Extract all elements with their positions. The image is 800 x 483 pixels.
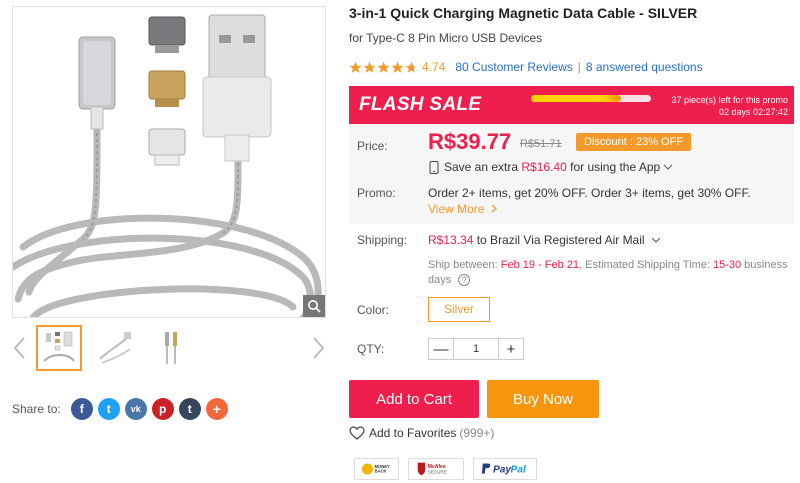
pieces-left: 37 piece(s) left for this promo bbox=[671, 95, 788, 105]
view-more-link[interactable]: View More bbox=[428, 202, 498, 216]
qty-increase-button[interactable]: + bbox=[499, 339, 523, 359]
ship-between-dates: Feb 19 - Feb 21 bbox=[500, 259, 580, 271]
chevron-down-icon bbox=[663, 164, 673, 170]
price-label: Price: bbox=[357, 139, 388, 153]
separator: | bbox=[577, 60, 581, 74]
thumbnail-1[interactable] bbox=[36, 325, 82, 371]
star-icon bbox=[391, 61, 404, 73]
svg-text:SECURE: SECURE bbox=[428, 470, 447, 475]
promo-text: Order 2+ items, get 20% OFF. Order 3+ it… bbox=[428, 186, 751, 200]
twitter-icon[interactable]: t bbox=[97, 398, 120, 420]
stock-progress-fill bbox=[531, 95, 621, 102]
ship-between-text: Ship between: Feb 19 - Feb 21, Estimated… bbox=[428, 258, 798, 288]
qty-label: QTY: bbox=[357, 342, 385, 356]
color-label: Color: bbox=[357, 303, 390, 317]
magnifier-icon bbox=[308, 300, 321, 313]
shipping-selector[interactable]: R$13.34 to Brazil Via Registered Air Mai… bbox=[428, 233, 661, 247]
flash-sale-status: 37 piece(s) left for this promo 02 days … bbox=[671, 94, 788, 118]
paypal-icon: Pay Pal bbox=[481, 463, 526, 476]
time-left: 02 days 02:27:42 bbox=[718, 107, 788, 117]
thumbnail-strip bbox=[12, 322, 326, 376]
mcafee-shield-icon: McAfee SECURE bbox=[417, 462, 447, 476]
shipping-label: Shipping: bbox=[357, 233, 408, 247]
pinterest-icon[interactable]: p bbox=[151, 398, 174, 420]
stock-progress-bar bbox=[531, 95, 651, 102]
star-icon bbox=[377, 61, 390, 73]
vk-icon[interactable]: vk bbox=[124, 398, 147, 420]
share-bar: Share to: f t vk p t + bbox=[12, 397, 233, 421]
thumbnail-3[interactable] bbox=[148, 325, 194, 371]
mcafee-badge: McAfee SECURE bbox=[408, 458, 464, 480]
more-share-icon[interactable]: + bbox=[205, 398, 228, 420]
estimated-label: , Estimated Shipping Time: bbox=[579, 259, 710, 271]
app-amount: R$16.40 bbox=[521, 160, 567, 174]
money-back-icon: MONEY BACK bbox=[361, 463, 390, 475]
questions-link[interactable]: 8 answered questions bbox=[586, 60, 703, 74]
app-discount-row[interactable]: Save an extra R$16.40 for using the App bbox=[429, 160, 673, 174]
share-label: Share to: bbox=[12, 402, 61, 416]
price-box: Price: R$39.77 R$51.71 Discount : 23% OF… bbox=[349, 124, 794, 224]
original-price: R$51.71 bbox=[520, 138, 562, 150]
chevron-right-icon bbox=[491, 204, 497, 213]
half-star-icon bbox=[405, 61, 418, 73]
flash-sale-banner: FLASH SALE 37 piece(s) left for this pro… bbox=[349, 86, 794, 124]
svg-text:Pay: Pay bbox=[493, 465, 512, 476]
paypal-badge: Pay Pal bbox=[473, 458, 537, 480]
info-icon[interactable]: ? bbox=[458, 274, 471, 287]
product-subtitle: for Type-C 8 Pin Micro USB Devices bbox=[349, 31, 543, 45]
main-product-image[interactable] bbox=[12, 6, 326, 318]
thumb-prev-arrow[interactable] bbox=[12, 336, 28, 360]
svg-text:Pal: Pal bbox=[511, 465, 526, 476]
favorites-label: Add to Favorites bbox=[369, 426, 457, 440]
rating-row: 4.74 80 Customer Reviews | 8 answered qu… bbox=[349, 60, 703, 74]
money-back-badge: MONEY BACK bbox=[354, 458, 399, 480]
app-prefix: Save an extra bbox=[444, 160, 519, 174]
add-to-cart-button[interactable]: Add to Cart bbox=[349, 380, 479, 418]
add-to-favorites[interactable]: Add to Favorites (999+) bbox=[349, 426, 494, 440]
heart-icon bbox=[349, 426, 365, 440]
phone-icon bbox=[429, 160, 439, 174]
rating-value: 4.74 bbox=[422, 60, 446, 74]
trust-badges: MONEY BACK McAfee SECURE Pay Pal bbox=[354, 458, 546, 480]
zoom-button[interactable] bbox=[303, 295, 325, 317]
reviews-link[interactable]: 80 Customer Reviews bbox=[455, 60, 572, 74]
favorites-count: (999+) bbox=[459, 426, 495, 440]
promo-label: Promo: bbox=[357, 186, 396, 200]
svg-text:BACK: BACK bbox=[375, 469, 387, 474]
color-option-silver[interactable]: Silver bbox=[428, 297, 491, 322]
chevron-left-icon bbox=[13, 337, 25, 359]
estimated-range: 15-30 bbox=[712, 259, 742, 271]
flash-sale-title: FLASH SALE bbox=[359, 94, 482, 115]
rating-stars bbox=[349, 61, 419, 74]
view-more-label: View More bbox=[428, 202, 485, 216]
shipping-cost: R$13.34 bbox=[428, 233, 474, 247]
buy-now-button[interactable]: Buy Now bbox=[487, 380, 599, 418]
app-suffix: for using the App bbox=[570, 160, 661, 174]
qty-input[interactable]: 1 bbox=[453, 339, 499, 359]
current-price: R$39.77 bbox=[428, 129, 512, 154]
tumblr-icon[interactable]: t bbox=[178, 398, 201, 420]
quantity-stepper: — 1 + bbox=[428, 338, 524, 360]
chevron-right-icon bbox=[313, 337, 325, 359]
star-icon bbox=[363, 61, 376, 73]
shipping-method: to Brazil Via Registered Air Mail bbox=[476, 233, 645, 247]
product-title: 3-in-1 Quick Charging Magnetic Data Cabl… bbox=[349, 5, 698, 21]
thumbnail-2[interactable] bbox=[92, 325, 138, 371]
thumb-next-arrow[interactable] bbox=[310, 336, 326, 360]
star-icon bbox=[349, 61, 362, 73]
discount-badge: Discount : 23% OFF bbox=[576, 133, 692, 151]
qty-decrease-button[interactable]: — bbox=[429, 339, 453, 359]
ship-between-label: Ship between: bbox=[428, 259, 498, 271]
facebook-icon[interactable]: f bbox=[70, 398, 93, 420]
chevron-down-icon bbox=[651, 237, 661, 243]
